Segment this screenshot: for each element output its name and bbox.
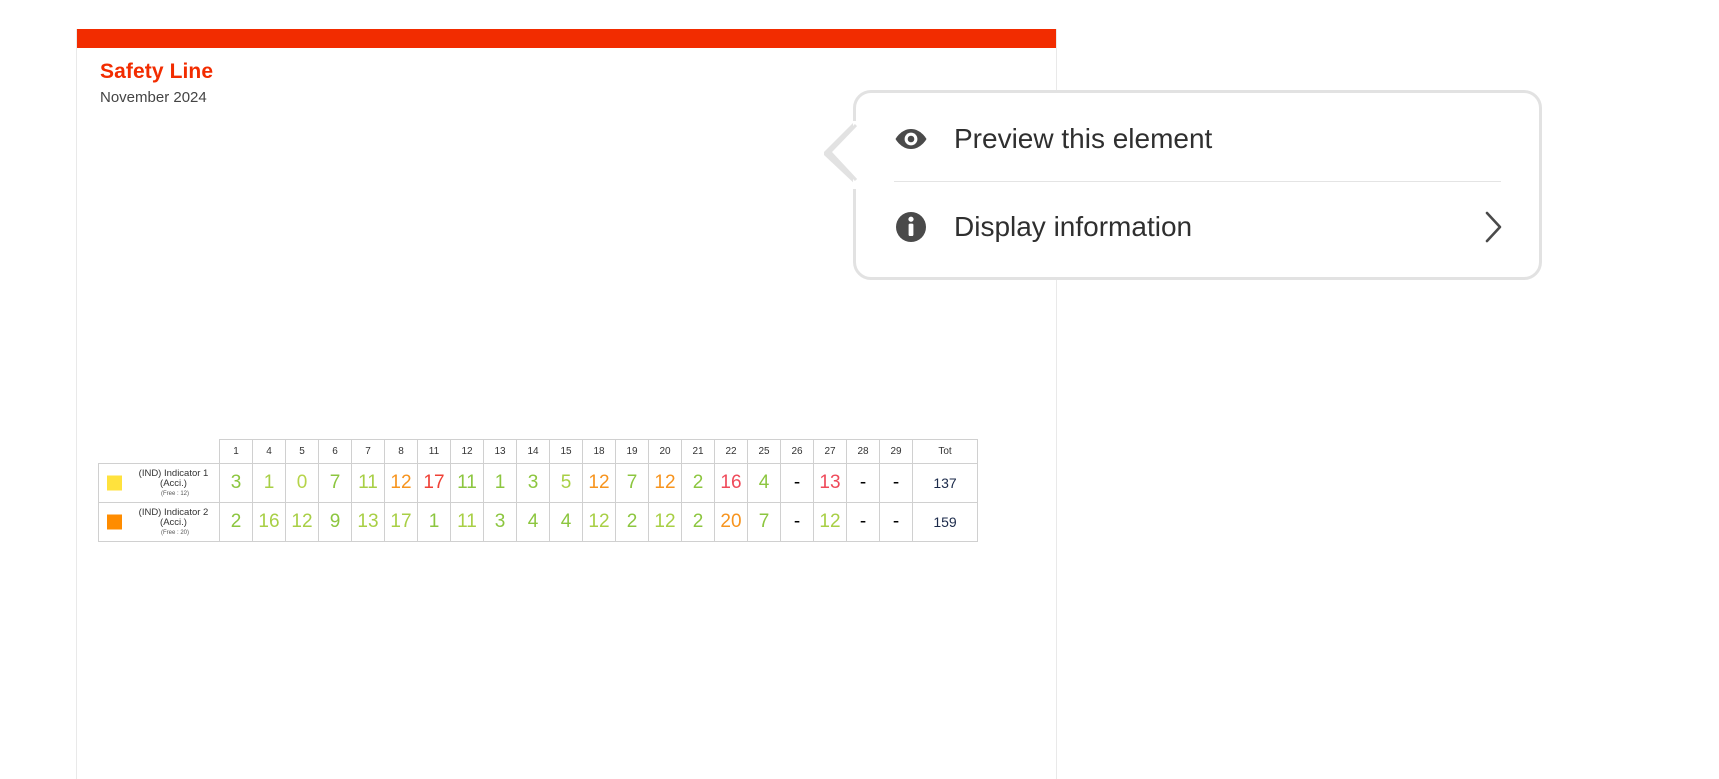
table-cell: 1	[483, 463, 517, 503]
table-cell: 17	[417, 463, 451, 503]
indicator-table-container: 1 4 5 6 7 8 11 12 13 14 15 18 19 20 21 2…	[98, 439, 978, 542]
table-cell: 4	[516, 502, 550, 542]
column-header-day: 11	[417, 439, 451, 464]
table-cell: 11	[450, 463, 484, 503]
column-header-day: 14	[516, 439, 550, 464]
menu-item-label: Display information	[954, 211, 1193, 242]
column-header-day: 1	[219, 439, 253, 464]
table-cell: 12	[648, 502, 682, 542]
column-header-day: 20	[648, 439, 682, 464]
table-corner-cell	[98, 439, 220, 464]
menu-item-preview-element[interactable]: Preview this element	[856, 99, 1539, 179]
table-cell: 20	[714, 502, 748, 542]
table-cell: 3	[483, 502, 517, 542]
table-cell: 3	[516, 463, 550, 503]
context-menu-tail	[823, 121, 857, 189]
info-icon	[894, 210, 928, 244]
column-header-day: 19	[615, 439, 649, 464]
indicator-label-cell: (IND) Indicator 2 (Acci.) (Free : 20)	[98, 502, 220, 542]
table-cell: 7	[615, 463, 649, 503]
column-header-day: 18	[582, 439, 616, 464]
table-cell: -	[879, 463, 913, 503]
table-cell: 17	[384, 502, 418, 542]
column-header-day: 25	[747, 439, 781, 464]
table-row[interactable]: (IND) Indicator 1 (Acci.) (Free : 12) 3 …	[98, 463, 978, 503]
report-header-bar	[77, 29, 1056, 48]
indicator-color-swatch	[107, 475, 122, 491]
indicator-sublabel: (Free : 20)	[160, 529, 189, 536]
table-cell: 2	[681, 463, 715, 503]
column-header-day: 26	[780, 439, 814, 464]
column-header-day: 8	[384, 439, 418, 464]
table-cell: 4	[747, 463, 781, 503]
table-cell: 16	[714, 463, 748, 503]
table-cell: 16	[252, 502, 286, 542]
column-header-day: 21	[681, 439, 715, 464]
table-cell: 12	[648, 463, 682, 503]
table-cell: 0	[285, 463, 319, 503]
column-header-day: 5	[285, 439, 319, 464]
column-header-day: 12	[450, 439, 484, 464]
eye-icon	[894, 122, 928, 156]
table-cell: 2	[219, 502, 253, 542]
column-header-day: 6	[318, 439, 352, 464]
indicator-label-line2: (Acci.)	[160, 478, 187, 489]
chevron-right-icon[interactable]	[1483, 210, 1505, 244]
indicator-color-swatch	[107, 514, 122, 530]
indicator-label-cell: (IND) Indicator 1 (Acci.) (Free : 12)	[98, 463, 220, 503]
table-cell: 12	[285, 502, 319, 542]
table-cell: 7	[318, 463, 352, 503]
table-cell: -	[879, 502, 913, 542]
context-menu-popup: Preview this element Display information	[824, 90, 1542, 280]
table-cell: 12	[813, 502, 847, 542]
column-header-total: Tot	[912, 439, 978, 464]
page-title: Safety Line	[100, 60, 214, 83]
menu-item-label: Preview this element	[954, 123, 1213, 154]
table-cell: 3	[219, 463, 253, 503]
column-header-day: 28	[846, 439, 880, 464]
report-period-subtitle: November 2024	[100, 89, 207, 106]
table-cell: 11	[351, 463, 385, 503]
column-header-day: 15	[549, 439, 583, 464]
table-cell: -	[846, 463, 880, 503]
table-cell-total: 159	[912, 502, 978, 542]
table-cell: -	[780, 502, 814, 542]
table-row[interactable]: (IND) Indicator 2 (Acci.) (Free : 20) 2 …	[98, 502, 978, 542]
table-cell: 12	[582, 463, 616, 503]
column-header-day: 29	[879, 439, 913, 464]
indicator-sublabel: (Free : 12)	[160, 490, 189, 497]
table-cell: 12	[384, 463, 418, 503]
table-cell: -	[846, 502, 880, 542]
indicator-table: 1 4 5 6 7 8 11 12 13 14 15 18 19 20 21 2…	[98, 439, 978, 542]
table-cell: 13	[351, 502, 385, 542]
column-header-day: 13	[483, 439, 517, 464]
table-cell: -	[780, 463, 814, 503]
table-cell: 7	[747, 502, 781, 542]
table-cell: 4	[549, 502, 583, 542]
table-cell: 11	[450, 502, 484, 542]
indicator-label-line2: (Acci.)	[160, 517, 187, 528]
table-cell: 2	[615, 502, 649, 542]
table-cell: 1	[252, 463, 286, 503]
column-header-day: 22	[714, 439, 748, 464]
column-header-day: 7	[351, 439, 385, 464]
table-cell: 13	[813, 463, 847, 503]
menu-divider	[894, 181, 1501, 182]
table-cell: 2	[681, 502, 715, 542]
column-header-day: 27	[813, 439, 847, 464]
menu-item-display-information[interactable]: Display information	[856, 187, 1539, 267]
table-header-row: 1 4 5 6 7 8 11 12 13 14 15 18 19 20 21 2…	[98, 439, 978, 464]
table-cell: 1	[417, 502, 451, 542]
table-cell: 5	[549, 463, 583, 503]
column-header-day: 4	[252, 439, 286, 464]
table-cell: 12	[582, 502, 616, 542]
table-cell-total: 137	[912, 463, 978, 503]
table-cell: 9	[318, 502, 352, 542]
